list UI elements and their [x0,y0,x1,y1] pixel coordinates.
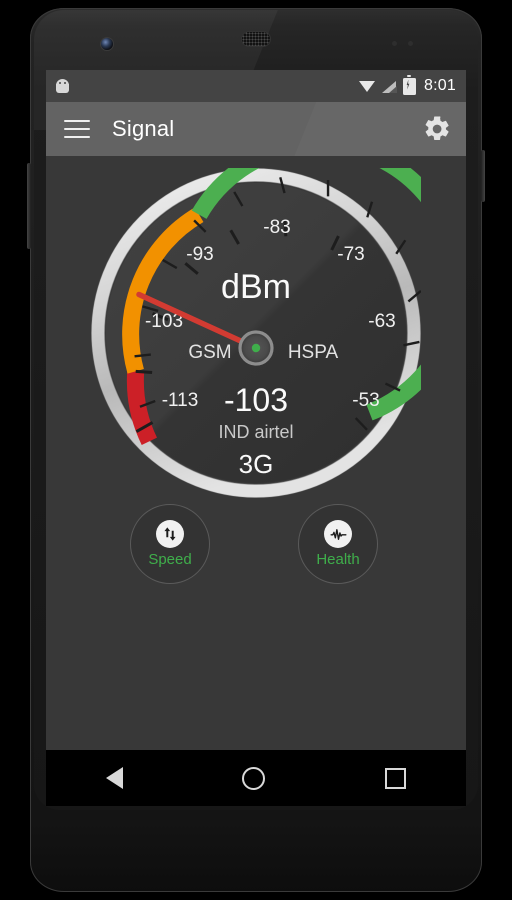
phone-screen: 8:01 Signal -113 -103 -93 -83 -73 -63 -5… [46,70,466,750]
gauge-tick-label-6: -53 [352,390,379,411]
gauge-unit-label: dBm [221,268,291,306]
back-triangle-icon[interactable] [105,767,123,789]
status-bar-notifications [55,79,359,93]
health-button-label: Health [316,551,360,568]
gauge-left-mode-label: GSM [188,342,231,363]
home-circle-icon[interactable] [242,766,266,790]
gauge-tick-label-0: -113 [162,390,199,411]
gauge-network-type: 3G [239,449,274,479]
status-bar: 8:01 [46,70,466,102]
gauge-carrier: IND airtel [218,422,293,442]
earpiece-speaker-icon [242,32,270,46]
volume-button[interactable] [27,163,31,249]
phone-device: 8:01 Signal -113 -103 -93 -83 -73 -63 -5… [0,0,512,900]
gear-icon[interactable] [422,114,452,144]
up-down-arrows-icon [156,520,184,548]
front-camera-icon [101,38,113,50]
recents-square-icon[interactable] [385,767,407,789]
speed-button[interactable]: Speed [130,504,210,584]
status-bar-system-icons: 8:01 [359,75,456,95]
speed-button-label: Speed [148,551,192,568]
wifi-icon [359,80,376,93]
status-bar-clock: 8:01 [424,77,456,94]
gauge-right-mode-label: HSPA [288,342,339,363]
gauge-tick-label-2: -93 [186,244,213,265]
proximity-sensor-icon [392,41,397,46]
light-sensor-icon [408,41,413,46]
gauge-tick-label-4: -73 [337,244,364,265]
health-button[interactable]: Health [298,504,378,584]
battery-charging-icon [403,75,417,95]
action-button-row: Speed Health [46,496,466,606]
pulse-waveform-icon [324,520,352,548]
app-bar: Signal [46,102,466,156]
power-button[interactable] [481,150,485,202]
hamburger-menu-icon[interactable] [64,120,90,138]
page-title: Signal [112,116,175,141]
navigation-bar [46,750,466,806]
gauge-hub-dot [251,343,261,353]
gauge-value: -103 [224,382,288,418]
main-content: -113 -103 -93 -83 -73 -63 -53 dBm GSM HS… [46,156,466,750]
cellular-signal-icon [382,80,398,93]
android-robot-icon [55,79,70,93]
gauge-tick-label-3: -83 [263,217,290,238]
gauge-tick-label-5: -63 [368,311,395,332]
signal-gauge: -113 -103 -93 -83 -73 -63 -53 dBm GSM HS… [91,168,421,498]
